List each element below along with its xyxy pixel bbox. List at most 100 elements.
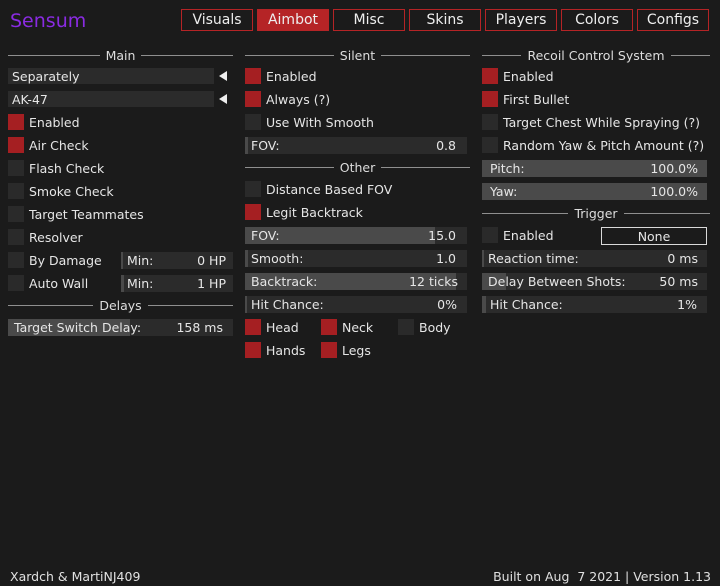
distance-based-fov-row[interactable]: Distance Based FOV <box>245 180 392 198</box>
hitbox-body-checkbox[interactable] <box>398 319 414 335</box>
mode-select-arrow-icon[interactable] <box>219 71 227 81</box>
target-switch-delay-slider[interactable]: Target Switch Delay: 158 ms <box>8 319 233 336</box>
hitbox-head-checkbox[interactable] <box>245 319 261 335</box>
weapon-select-arrow-icon[interactable] <box>219 94 227 104</box>
target-chest-row[interactable]: Target Chest While Spraying (?) <box>482 113 700 131</box>
distance-based-fov-checkbox[interactable] <box>245 181 261 197</box>
first-bullet-checkbox[interactable] <box>482 91 498 107</box>
trigger-enabled-label: Enabled <box>503 227 554 243</box>
yaw-slider[interactable]: Yaw: 100.0% <box>482 183 707 200</box>
tab-skins[interactable]: Skins <box>409 9 481 31</box>
by-damage-min-label: Min: <box>127 253 154 268</box>
tab-aimbot[interactable]: Aimbot <box>257 9 329 31</box>
other-fov-slider[interactable]: FOV: 15.0 <box>245 227 467 244</box>
smooth-slider[interactable]: Smooth: 1.0 <box>245 250 467 267</box>
hitbox-head-row[interactable]: Head <box>245 318 299 336</box>
hitbox-neck-row[interactable]: Neck <box>321 318 373 336</box>
legit-backtrack-checkbox[interactable] <box>245 204 261 220</box>
target-teammates-row[interactable]: Target Teammates <box>8 205 144 223</box>
smooth-label: Smooth: <box>251 251 304 266</box>
first-bullet-row[interactable]: First Bullet <box>482 90 569 108</box>
backtrack-label: Backtrack: <box>251 274 318 289</box>
by-damage-checkbox[interactable] <box>8 252 24 268</box>
use-with-smooth-checkbox[interactable] <box>245 114 261 130</box>
random-yaw-pitch-checkbox[interactable] <box>482 137 498 153</box>
main-enabled-row[interactable]: Enabled <box>8 113 80 131</box>
tab-players[interactable]: Players <box>485 9 557 31</box>
auto-wall-min-value: 1 HP <box>197 276 226 291</box>
rcs-enabled-checkbox[interactable] <box>482 68 498 84</box>
main-enabled-checkbox[interactable] <box>8 114 24 130</box>
trigger-hit-chance-slider[interactable]: Hit Chance: 1% <box>482 296 707 313</box>
tab-visuals[interactable]: Visuals <box>181 9 253 31</box>
reaction-time-slider[interactable]: Reaction time: 0 ms <box>482 250 707 267</box>
hitbox-hands-row[interactable]: Hands <box>245 341 305 359</box>
backtrack-slider[interactable]: Backtrack: 12 ticks <box>245 273 467 290</box>
random-yaw-pitch-label: Random Yaw & Pitch Amount (?) <box>503 137 705 153</box>
hitbox-neck-checkbox[interactable] <box>321 319 337 335</box>
hitbox-legs-label: Legs <box>342 342 371 358</box>
weapon-select[interactable]: AK-47 <box>8 91 214 107</box>
distance-based-fov-label: Distance Based FOV <box>266 181 393 197</box>
random-yaw-pitch-row[interactable]: Random Yaw & Pitch Amount (?) <box>482 136 704 154</box>
tab-configs[interactable]: Configs <box>637 9 709 31</box>
use-with-smooth-label: Use With Smooth <box>266 114 374 130</box>
air-check-checkbox[interactable] <box>8 137 24 153</box>
hitbox-hands-checkbox[interactable] <box>245 342 261 358</box>
mode-select[interactable]: Separately <box>8 68 214 84</box>
hitbox-body-row[interactable]: Body <box>398 318 451 336</box>
by-damage-min-slider[interactable]: Min: 0 HP <box>121 252 233 269</box>
smoke-check-checkbox[interactable] <box>8 183 24 199</box>
flash-check-row[interactable]: Flash Check <box>8 159 104 177</box>
flash-check-checkbox[interactable] <box>8 160 24 176</box>
silent-always-label: Always (?) <box>266 91 331 107</box>
trigger-key-button[interactable]: None <box>601 227 707 245</box>
auto-wall-row[interactable]: Auto Wall <box>8 274 88 292</box>
target-chest-checkbox[interactable] <box>482 114 498 130</box>
silent-always-row[interactable]: Always (?) <box>245 90 330 108</box>
trigger-hit-chance-value: 1% <box>677 297 697 312</box>
target-teammates-checkbox[interactable] <box>8 206 24 222</box>
target-chest-label: Target Chest While Spraying (?) <box>503 114 701 130</box>
silent-header-label: Silent <box>339 47 376 63</box>
hitbox-legs-checkbox[interactable] <box>321 342 337 358</box>
delay-between-shots-value: 50 ms <box>659 274 698 289</box>
tab-misc[interactable]: Misc <box>333 9 405 31</box>
target-switch-delay-label: Target Switch Delay: <box>14 320 142 335</box>
auto-wall-min-slider[interactable]: Min: 1 HP <box>121 275 233 292</box>
target-teammates-label: Target Teammates <box>29 206 144 222</box>
silent-enabled-checkbox[interactable] <box>245 68 261 84</box>
other-hit-chance-label: Hit Chance: <box>251 297 324 312</box>
resolver-row[interactable]: Resolver <box>8 228 83 246</box>
hitbox-neck-label: Neck <box>342 319 374 335</box>
silent-fov-label: FOV: <box>251 138 280 153</box>
rcs-enabled-row[interactable]: Enabled <box>482 67 554 85</box>
footer-authors: Xardch & MartiNJ409 <box>10 569 141 584</box>
main-enabled-label: Enabled <box>29 114 80 130</box>
reaction-time-label: Reaction time: <box>488 251 579 266</box>
tab-colors[interactable]: Colors <box>561 9 633 31</box>
delay-between-shots-slider[interactable]: Delay Between Shots: 50 ms <box>482 273 707 290</box>
rcs-enabled-label: Enabled <box>503 68 554 84</box>
rcs-section-header: Recoil Control System <box>482 48 710 63</box>
pitch-slider[interactable]: Pitch: 100.0% <box>482 160 707 177</box>
other-hit-chance-slider[interactable]: Hit Chance: 0% <box>245 296 467 313</box>
air-check-label: Air Check <box>29 137 89 153</box>
trigger-enabled-checkbox[interactable] <box>482 227 498 243</box>
silent-always-checkbox[interactable] <box>245 91 261 107</box>
trigger-enabled-row[interactable]: Enabled <box>482 226 554 244</box>
smoke-check-label: Smoke Check <box>29 183 114 199</box>
by-damage-row[interactable]: By Damage <box>8 251 102 269</box>
hitbox-legs-row[interactable]: Legs <box>321 341 371 359</box>
reaction-time-value: 0 ms <box>667 251 698 266</box>
smoke-check-row[interactable]: Smoke Check <box>8 182 114 200</box>
resolver-checkbox[interactable] <box>8 229 24 245</box>
silent-fov-slider[interactable]: FOV: 0.8 <box>245 137 467 154</box>
silent-enabled-row[interactable]: Enabled <box>245 67 317 85</box>
use-with-smooth-row[interactable]: Use With Smooth <box>245 113 374 131</box>
hitbox-head-label: Head <box>266 319 299 335</box>
legit-backtrack-row[interactable]: Legit Backtrack <box>245 203 363 221</box>
auto-wall-checkbox[interactable] <box>8 275 24 291</box>
delays-section-header: Delays <box>8 298 234 313</box>
air-check-row[interactable]: Air Check <box>8 136 89 154</box>
